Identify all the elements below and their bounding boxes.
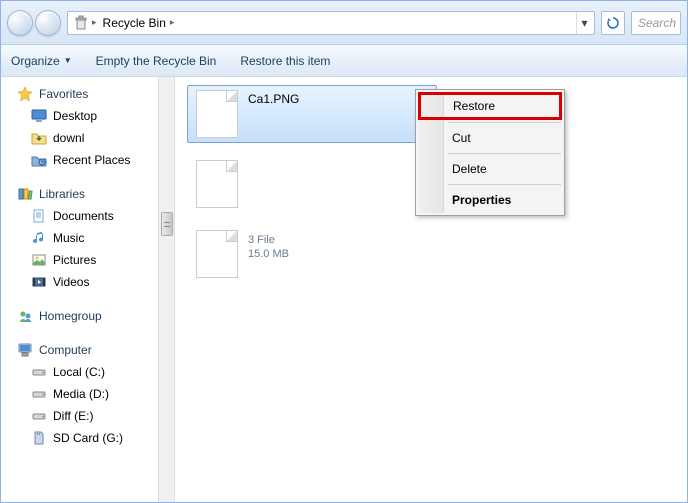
menu-label: Delete bbox=[452, 162, 487, 176]
chevron-right-icon: ▸ bbox=[170, 17, 175, 28]
nav-item-label: Documents bbox=[53, 209, 114, 223]
nav-item-downl[interactable]: downl bbox=[1, 127, 158, 149]
nav-item-videos[interactable]: Videos bbox=[1, 271, 158, 293]
context-menu-separator bbox=[448, 122, 561, 123]
nav-item-label: Media (D:) bbox=[53, 387, 109, 401]
nav-item-sdcard-g[interactable]: SD Card (G:) bbox=[1, 427, 158, 449]
recent-places-icon bbox=[31, 152, 47, 168]
nav-item-documents[interactable]: Documents bbox=[1, 205, 158, 227]
nav-item-label: Videos bbox=[53, 275, 89, 289]
nav-header-homegroup[interactable]: Homegroup bbox=[1, 305, 158, 327]
nav-item-pictures[interactable]: Pictures bbox=[1, 249, 158, 271]
nav-header-computer[interactable]: Computer bbox=[1, 339, 158, 361]
star-icon bbox=[17, 86, 33, 102]
file-subtext: 3 File bbox=[248, 234, 289, 246]
command-bar: Organize ▼ Empty the Recycle Bin Restore… bbox=[1, 45, 687, 77]
recycle-bin-icon bbox=[72, 14, 90, 32]
drive-icon bbox=[31, 364, 47, 380]
scrollbar-thumb[interactable] bbox=[161, 212, 173, 236]
pictures-icon bbox=[31, 252, 47, 268]
address-bar: ▸ Recycle Bin ▸ ▾ Search bbox=[1, 1, 687, 45]
documents-icon bbox=[31, 208, 47, 224]
nav-item-label: Recent Places bbox=[53, 153, 130, 167]
nav-group-libraries: Libraries Documents Music Pictures Video… bbox=[1, 183, 158, 293]
nav-item-label: Diff (E:) bbox=[53, 409, 93, 423]
nav-item-diff-e[interactable]: Diff (E:) bbox=[1, 405, 158, 427]
file-subtext: 15.0 MB bbox=[248, 248, 289, 260]
file-list: Ca1.PNG 3 File 15.0 MB Restore bbox=[175, 77, 687, 502]
nav-item-media-d[interactable]: Media (D:) bbox=[1, 383, 158, 405]
nav-item-local-c[interactable]: Local (C:) bbox=[1, 361, 158, 383]
file-item[interactable]: Ca1.PNG bbox=[187, 85, 437, 143]
nav-label: Favorites bbox=[39, 87, 88, 101]
menu-label: Cut bbox=[452, 131, 471, 145]
sidebar-scrollbar[interactable] bbox=[159, 77, 175, 502]
back-button[interactable] bbox=[7, 10, 33, 36]
nav-label: Computer bbox=[39, 343, 92, 357]
download-folder-icon bbox=[31, 130, 47, 146]
nav-group-computer: Computer Local (C:) Media (D:) Diff (E:)… bbox=[1, 339, 158, 449]
file-thumbnail-icon bbox=[196, 90, 238, 138]
organize-menu[interactable]: Organize ▼ bbox=[11, 54, 72, 68]
address-dropdown[interactable]: ▾ bbox=[576, 12, 592, 34]
restore-item-button[interactable]: Restore this item bbox=[240, 54, 330, 68]
forward-button[interactable] bbox=[35, 10, 61, 36]
file-item[interactable] bbox=[187, 155, 437, 213]
context-menu-separator bbox=[448, 153, 561, 154]
nav-group-homegroup: Homegroup bbox=[1, 305, 158, 327]
menu-label: Restore bbox=[453, 99, 495, 113]
nav-buttons bbox=[7, 10, 61, 36]
file-thumbnail-icon bbox=[196, 160, 238, 208]
drive-icon bbox=[31, 386, 47, 402]
nav-item-label: Local (C:) bbox=[53, 365, 105, 379]
drive-icon bbox=[31, 408, 47, 424]
main-area: Favorites Desktop downl Recent Places Li… bbox=[1, 77, 687, 502]
file-item[interactable]: 3 File 15.0 MB bbox=[187, 225, 437, 283]
dropdown-arrow-icon: ▼ bbox=[64, 56, 72, 65]
context-menu-separator bbox=[448, 184, 561, 185]
nav-item-recent-places[interactable]: Recent Places bbox=[1, 149, 158, 171]
file-info: 3 File 15.0 MB bbox=[248, 230, 289, 260]
nav-label: Homegroup bbox=[39, 309, 102, 323]
context-menu-properties[interactable]: Properties bbox=[418, 187, 562, 213]
empty-label: Empty the Recycle Bin bbox=[96, 54, 217, 68]
nav-group-favorites: Favorites Desktop downl Recent Places bbox=[1, 83, 158, 171]
nav-header-libraries[interactable]: Libraries bbox=[1, 183, 158, 205]
menu-label: Properties bbox=[452, 193, 511, 207]
libraries-icon bbox=[17, 186, 33, 202]
breadcrumb-label: Recycle Bin bbox=[103, 16, 166, 30]
empty-recycle-bin-button[interactable]: Empty the Recycle Bin bbox=[96, 54, 217, 68]
context-menu-restore[interactable]: Restore bbox=[418, 92, 562, 120]
videos-icon bbox=[31, 274, 47, 290]
organize-label: Organize bbox=[11, 54, 60, 68]
context-menu-delete[interactable]: Delete bbox=[418, 156, 562, 182]
nav-item-label: Music bbox=[53, 231, 84, 245]
nav-item-label: Pictures bbox=[53, 253, 96, 267]
file-name: Ca1.PNG bbox=[248, 92, 299, 106]
nav-label: Libraries bbox=[39, 187, 85, 201]
breadcrumb-segment[interactable]: Recycle Bin ▸ bbox=[97, 14, 181, 32]
file-info: Ca1.PNG bbox=[248, 90, 299, 106]
nav-item-label: downl bbox=[53, 131, 84, 145]
nav-item-music[interactable]: Music bbox=[1, 227, 158, 249]
homegroup-icon bbox=[17, 308, 33, 324]
desktop-icon bbox=[31, 108, 47, 124]
music-icon bbox=[31, 230, 47, 246]
nav-item-desktop[interactable]: Desktop bbox=[1, 105, 158, 127]
restore-label: Restore this item bbox=[240, 54, 330, 68]
search-placeholder: Search bbox=[638, 16, 676, 30]
location-breadcrumb[interactable]: ▸ Recycle Bin ▸ ▾ bbox=[67, 11, 595, 35]
context-menu-cut[interactable]: Cut bbox=[418, 125, 562, 151]
computer-icon bbox=[17, 342, 33, 358]
file-thumbnail-icon bbox=[196, 230, 238, 278]
nav-header-favorites[interactable]: Favorites bbox=[1, 83, 158, 105]
sd-card-icon bbox=[31, 430, 47, 446]
refresh-button[interactable] bbox=[601, 11, 625, 35]
search-input[interactable]: Search bbox=[631, 11, 681, 35]
nav-item-label: SD Card (G:) bbox=[53, 431, 123, 445]
navigation-pane: Favorites Desktop downl Recent Places Li… bbox=[1, 77, 159, 502]
context-menu: Restore Cut Delete Properties bbox=[415, 89, 565, 216]
nav-item-label: Desktop bbox=[53, 109, 97, 123]
